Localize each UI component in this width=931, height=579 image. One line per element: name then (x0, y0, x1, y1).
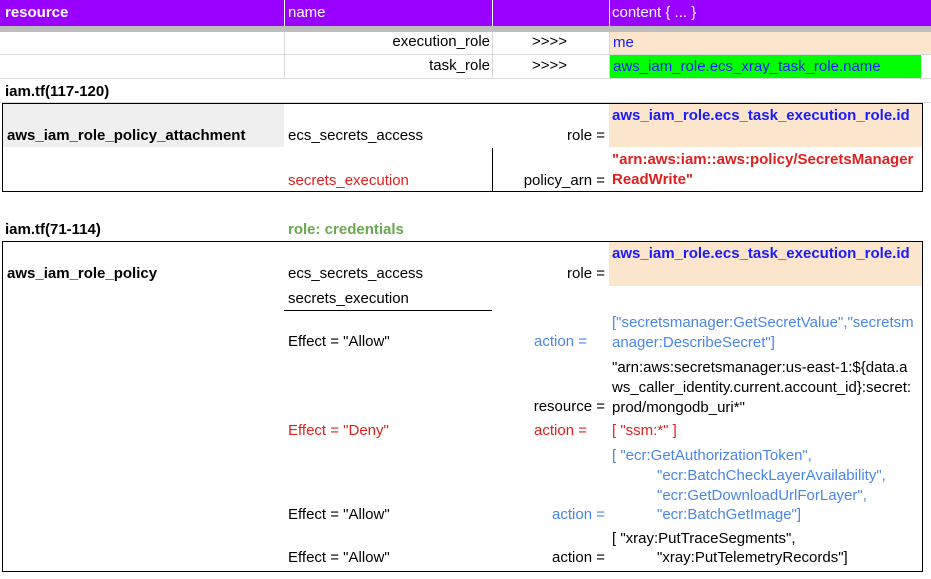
content-value: aws_iam_role.ecs_xray_task_role.name (613, 58, 881, 75)
statement-value-line: [ "xray:PutTraceSegments", (612, 530, 796, 547)
header-arrow (492, 0, 609, 26)
header-divider (284, 0, 285, 26)
section2-name1: ecs_secrets_access (288, 265, 424, 282)
statement-effect: Effect = "Allow" (288, 333, 390, 350)
statement-value: "arn:aws:secretsmanager:us-east-1:${data… (612, 359, 912, 416)
cell-name-task-role: task_role (429, 57, 490, 74)
grid-line (0, 78, 931, 79)
statement-effect: Effect = "Allow" (288, 506, 390, 523)
statement-effect: Effect = "Allow" (288, 549, 390, 566)
section1-role-key: role = (567, 127, 605, 144)
section2-role-label: role: credentials (288, 221, 404, 238)
cell-arrow: >>>> (532, 57, 568, 74)
statement-value-line: "xray:PutTelemetryRecords"] (657, 549, 848, 566)
section2-file-label: iam.tf(71-114) (5, 221, 101, 238)
statement-key: action = (534, 422, 587, 439)
statement-value-line: "ecr:BatchGetImage"] (657, 506, 802, 523)
section2-role-key: role = (567, 265, 605, 282)
section1-policy-key: policy_arn = (523, 172, 605, 189)
statement-value: [ "ssm:*" ] (612, 422, 677, 439)
statement-key: action = (552, 506, 605, 523)
statement-key: action = (552, 549, 605, 566)
header-divider (609, 0, 610, 26)
grid-line (492, 32, 493, 78)
header-name: name (284, 0, 492, 26)
section1-role-cell: aws_iam_role.ecs_task_execution_role.id (609, 104, 922, 147)
header-divider (492, 0, 493, 26)
statement-value-line: [ "ecr:GetAuthorizationToken", (612, 447, 812, 464)
cell-arrow: >>>> (532, 33, 568, 50)
section2-name-underline (284, 310, 492, 311)
section2-role-value: aws_iam_role.ecs_task_execution_role.id (612, 245, 910, 262)
section2-resource: aws_iam_role_policy (7, 265, 158, 282)
statement-value-line: "ecr:BatchCheckLayerAvailability", (657, 467, 886, 484)
section1-name2: secrets_execution (288, 172, 409, 189)
header-content: content { ... } (609, 0, 931, 26)
header-resource: resource (0, 0, 284, 26)
header-content-label: content { ... } (612, 4, 697, 21)
statement-value: ["secretsmanager:GetSecretValue","secret… (612, 314, 914, 351)
header-resource-label: resource (5, 4, 69, 21)
cell-content-task-role: aws_iam_role.ecs_xray_task_role.name (610, 55, 921, 78)
statement-value-line: "ecr:GetDownloadUrlForLayer", (657, 487, 867, 504)
content-value: me (613, 34, 634, 51)
statement-key: resource = (533, 398, 605, 415)
statement-effect: Effect = "Deny" (288, 422, 389, 439)
cell-name-execution-role: execution_role (392, 33, 490, 50)
header-name-label: name (288, 4, 326, 21)
section1-policy-value: "arn:aws:iam::aws:policy/SecretsManagerR… (612, 151, 914, 188)
section2-name2: secrets_execution (288, 290, 409, 307)
section1-role-value: aws_iam_role.ecs_task_execution_role.id (612, 107, 910, 124)
section1-name1: ecs_secrets_access (288, 127, 424, 144)
cell-content-execution-role: me (610, 32, 931, 54)
section2-role-cell: aws_iam_role.ecs_task_execution_role.id (609, 242, 922, 286)
section1-resource: aws_iam_role_policy_attachment (7, 127, 246, 144)
section1-file-label: iam.tf(117-120) (5, 83, 110, 100)
statement-key: action = (534, 333, 587, 350)
